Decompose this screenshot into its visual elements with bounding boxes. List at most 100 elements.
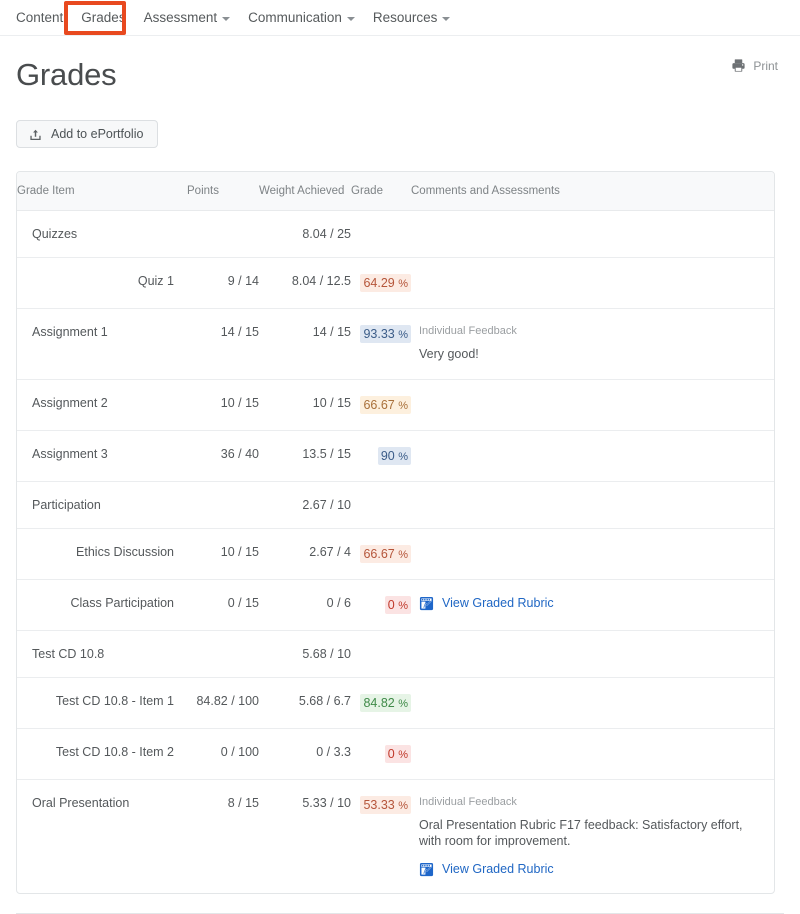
feedback-text: Very good! [419, 347, 479, 361]
nav-item-communication[interactable]: Communication [239, 7, 364, 28]
nav-item-resources[interactable]: Resources [364, 7, 460, 28]
grade-weight-achieved: 13.5 / 15 [259, 430, 351, 482]
nav-item-grades[interactable]: Grades [72, 7, 134, 28]
feedback-label: Individual Feedback [419, 795, 517, 808]
table-row: Assignment 3 36 / 40 13.5 / 15 90 % [17, 430, 774, 482]
grade-item-name: Assignment 1 [17, 308, 187, 380]
table-row: Assignment 2 10 / 15 10 / 15 66.67 % [17, 379, 774, 431]
grade-item-name-child: Test CD 10.8 - Item 2 [17, 728, 187, 780]
comments-cell: Individual Feedback Oral Presentation Rub… [411, 779, 774, 893]
comments-cell [411, 210, 774, 258]
grade-percent-cell: 93.33 % [351, 308, 411, 380]
chevron-down-icon [346, 16, 355, 21]
grade-percent-cell: 64.29 % [351, 257, 411, 309]
view-graded-rubric-link[interactable]: View Graded Rubric [419, 596, 762, 611]
grade-percent-badge: 66.67 % [360, 395, 411, 414]
grade-points: 84.82 / 100 [187, 677, 259, 729]
nav-item-content[interactable]: Content [14, 7, 72, 28]
table-row: Oral Presentation 8 / 15 5.33 / 10 53.33 % I… [17, 779, 774, 893]
comments-cell [411, 379, 774, 431]
footer-divider [16, 912, 784, 914]
grade-percent-cell: 84.82 % [351, 677, 411, 729]
grade-percent-badge: 53.33 % [360, 795, 411, 814]
table-row: Quiz 19 / 14 8.04 / 12.5 64.29 % [17, 257, 774, 309]
grade-percent-cell [351, 481, 411, 529]
grade-percent-cell: 66.67 % [351, 379, 411, 431]
grade-points: 9 / 14 [187, 257, 259, 309]
grade-weight-achieved: 14 / 15 [259, 308, 351, 380]
grade-percent-badge: 84.82 % [360, 693, 411, 712]
grade-weight-achieved: 5.68 / 10 [259, 630, 351, 678]
grade-percent-cell: 90 % [351, 430, 411, 482]
print-button[interactable]: Print [731, 58, 778, 73]
column-header-weight-achieved: Weight Achieved [259, 172, 351, 211]
column-header-comments: Comments and Assessments [411, 172, 774, 211]
grade-weight-achieved: 2.67 / 4 [259, 528, 351, 580]
chevron-down-icon [442, 16, 451, 21]
table-row: Class Participation 0 / 15 0 / 6 0 % View Gr… [17, 579, 774, 631]
grade-item-name-child: Ethics Discussion [17, 528, 187, 580]
grade-weight-achieved: 5.33 / 10 [302, 795, 351, 810]
table-row: Quizzes 8.04 / 25 [17, 210, 774, 258]
comments-cell [411, 430, 774, 482]
grade-weight-achieved: 2.67 / 10 [259, 481, 351, 529]
grade-points: 36 / 40 [187, 430, 259, 482]
comments-cell [411, 677, 774, 729]
column-header-points: Points [187, 172, 259, 211]
nav-item-label: Communication [248, 10, 342, 25]
nav-item-label: Resources [372, 10, 438, 25]
grade-item-name: Quizzes [17, 210, 187, 258]
nav-item-assessment[interactable]: Assessment [135, 7, 240, 28]
feedback-text: Oral Presentation Rubric F17 feedback: S… [419, 817, 743, 849]
grade-percent-cell [351, 210, 411, 258]
grade-item-name-child: Test CD 10.8 - Item 1 [17, 677, 187, 729]
column-header-grade-item: Grade Item [17, 172, 187, 211]
grade-percent-badge: 0 % [384, 744, 411, 763]
feedback-label: Individual Feedback [419, 325, 517, 337]
column-header-grade: Grade [351, 172, 411, 211]
grade-item-name-child: Quiz 1 [17, 257, 187, 309]
grade-percent-cell: 0 % [351, 579, 411, 631]
grade-weight-achieved: 0 / 6 [259, 579, 351, 631]
table-row: Participation 2.67 / 10 [17, 481, 774, 529]
rubric-icon [419, 862, 434, 877]
comments-cell [411, 528, 774, 580]
grade-percent-badge: 66.67 % [360, 544, 411, 563]
printer-icon [731, 58, 746, 73]
grade-percent-badge: 64.29 % [360, 274, 411, 292]
grade-percent-cell: 0 % [351, 728, 411, 780]
grade-percent-badge: 93.33 % [360, 325, 411, 343]
grade-item-name: Assignment 2 [17, 379, 187, 431]
grade-points: 10 / 15 [187, 528, 259, 580]
add-to-eportfolio-label: Add to ePortfolio [51, 127, 144, 141]
table-row: Assignment 1 14 / 15 14 / 15 93.33 % Individ… [17, 308, 774, 380]
grade-weight-achieved: 0 / 3.3 [259, 728, 351, 780]
grade-points: 0 / 100 [187, 728, 259, 780]
page-title: Grades [16, 57, 117, 92]
grade-points [187, 630, 259, 678]
grade-points: 10 / 15 [187, 379, 259, 431]
grades-table-body: Quizzes 8.04 / 25 Quiz 19 / 14 8.04 / 12.5 6… [17, 210, 774, 893]
grade-weight-achieved: 10 / 15 [259, 379, 351, 431]
comments-cell [411, 630, 774, 678]
grade-item-name: Test CD 10.8 [17, 630, 187, 678]
add-to-eportfolio-button[interactable]: Add to ePortfolio [16, 120, 159, 148]
grade-percent-badge: 90 % [377, 446, 411, 465]
grade-item-name: Assignment 3 [17, 430, 187, 482]
view-graded-rubric-link[interactable]: View Graded Rubric [419, 862, 762, 877]
table-row: Test CD 10.8 - Item 20 / 100 0 / 3.3 0 % [17, 728, 774, 780]
grade-points: 14 / 15 [187, 308, 259, 380]
grade-weight-achieved: 8.04 / 25 [259, 210, 351, 258]
grade-percent-cell: 53.33 % [351, 779, 411, 893]
table-row: Test CD 10.8 5.68 / 10 [17, 630, 774, 678]
comments-cell [411, 481, 774, 529]
view-graded-rubric-label: View Graded Rubric [442, 596, 554, 610]
view-graded-rubric-label: View Graded Rubric [442, 862, 554, 876]
page-header: Grades Print [0, 36, 800, 120]
nav-item-label: Content [16, 10, 64, 25]
chevron-down-icon [222, 16, 231, 21]
grade-item-name-child: Class Participation [17, 579, 187, 631]
grade-percent-cell: 66.67 % [351, 528, 411, 580]
grade-points: 8 / 15 [227, 795, 259, 810]
upload-icon [29, 128, 42, 141]
